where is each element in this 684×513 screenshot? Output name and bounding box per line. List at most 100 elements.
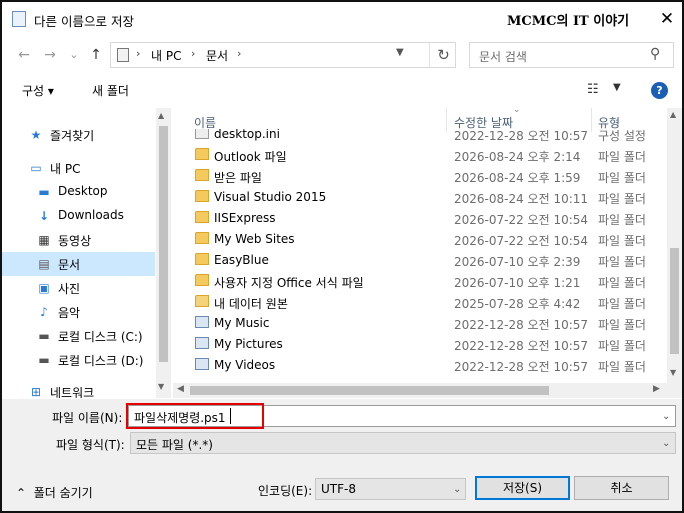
- scrollbar-thumb[interactable]: [670, 248, 679, 354]
- title-bar: 다른 이름으로 저장 MCMC의 IT 이야기 ✕: [2, 2, 682, 36]
- file-row[interactable]: My Pictures 2022-12-28 오전 10:57 파일 폴더: [173, 334, 667, 355]
- file-type: 파일 폴더: [598, 234, 646, 248]
- chevron-down-icon[interactable]: ⌄: [453, 484, 461, 495]
- chevron-down-icon[interactable]: ▼: [613, 82, 621, 93]
- scrollbar-thumb[interactable]: [159, 126, 168, 362]
- sidebar-item-documents[interactable]: ▤ 문서: [2, 252, 155, 276]
- encoding-select[interactable]: UTF-8 ⌄: [315, 478, 466, 500]
- scroll-right-icon[interactable]: ▶: [653, 384, 660, 394]
- scroll-down-icon[interactable]: ▼: [670, 368, 676, 377]
- file-row[interactable]: Visual Studio 2015 2026-08-24 오전 10:11 파…: [173, 187, 667, 208]
- file-name: 사용자 지정 Office 서식 파일: [214, 276, 364, 290]
- file-row[interactable]: My Web Sites 2026-07-22 오전 10:54 파일 폴더: [173, 229, 667, 250]
- file-row[interactable]: My Music 2022-12-28 오전 10:57 파일 폴더: [173, 313, 667, 334]
- dialog-title: 다른 이름으로 저장: [34, 14, 134, 29]
- sidebar-scrollbar[interactable]: ▲ ▼: [156, 108, 171, 398]
- filename-label: 파일 이름(N):: [52, 411, 123, 425]
- chevron-down-icon[interactable]: ▼: [396, 47, 404, 58]
- file-name: My Music: [214, 316, 270, 330]
- file-row[interactable]: 받은 파일 2026-08-24 오후 1:59 파일 폴더: [173, 166, 667, 187]
- document-icon: ▤: [38, 257, 50, 271]
- ini-file-icon: [195, 129, 209, 139]
- filetype-select[interactable]: 모든 파일 (*.*) ⌄: [130, 432, 676, 454]
- breadcrumb-documents[interactable]: 문서: [206, 47, 228, 64]
- file-date: 2022-12-28 오전 10:57: [454, 129, 589, 143]
- sidebar-item-downloads[interactable]: ↓ Downloads: [2, 204, 155, 228]
- sidebar-item-my-pc[interactable]: ▭ 내 PC: [2, 156, 155, 180]
- up-button[interactable]: ↑: [86, 45, 106, 65]
- chevron-down-icon[interactable]: ⌄: [662, 438, 670, 449]
- file-row[interactable]: My Videos 2022-12-28 오전 10:57 파일 폴더: [173, 355, 667, 376]
- hide-folders-label: 폴더 숨기기: [33, 486, 93, 500]
- hide-folders-button[interactable]: ⌃ 폴더 숨기기: [16, 484, 93, 501]
- scroll-down-icon[interactable]: ▼: [158, 382, 164, 391]
- file-row[interactable]: EasyBlue 2026-07-10 오후 2:39 파일 폴더: [173, 250, 667, 271]
- sidebar-item-music[interactable]: ♪ 음악: [2, 300, 155, 324]
- recent-locations-button[interactable]: ⌄: [64, 45, 84, 65]
- breadcrumb-my-pc[interactable]: 내 PC: [151, 47, 181, 64]
- address-bar[interactable]: › 내 PC › 문서 › ▼ ↻: [110, 42, 456, 68]
- file-list-vertical-scrollbar[interactable]: ▲ ▼: [667, 108, 682, 383]
- file-type: 파일 폴더: [598, 360, 646, 374]
- file-type: 파일 폴더: [598, 339, 646, 353]
- folder-icon: [195, 211, 209, 223]
- file-row-desktop-ini[interactable]: desktop.ini 2022-12-28 오전 10:57 구성 설정: [173, 129, 667, 145]
- folder-icon: [195, 274, 209, 286]
- file-name: 내 데이터 원본: [214, 297, 288, 311]
- close-button[interactable]: ✕: [654, 6, 680, 32]
- search-icon[interactable]: ⚲: [650, 46, 660, 62]
- organize-button[interactable]: 구성 ▾: [22, 82, 54, 99]
- search-box[interactable]: 문서 검색 ⚲: [469, 42, 674, 68]
- search-input[interactable]: 문서 검색: [479, 48, 527, 65]
- chevron-up-icon: ⌃: [16, 486, 27, 500]
- save-options-panel: 파일 이름(N): 파일삭제명령.ps1 ⌄ 파일 형식(T): 모든 파일 (…: [2, 399, 682, 511]
- scroll-left-icon[interactable]: ◀: [177, 384, 184, 394]
- sidebar-item-videos[interactable]: ▦ 동영상: [2, 228, 155, 252]
- new-folder-button[interactable]: 새 폴더: [92, 82, 129, 99]
- refresh-button[interactable]: ↻: [429, 43, 457, 67]
- file-type: 파일 폴더: [598, 276, 646, 290]
- file-list-horizontal-scrollbar[interactable]: ◀ ▶: [173, 383, 667, 398]
- sidebar-item-pictures[interactable]: ▣ 사진: [2, 276, 155, 300]
- scroll-up-icon[interactable]: ▲: [670, 110, 676, 119]
- video-icon: [195, 358, 209, 370]
- download-icon: ↓: [38, 209, 50, 223]
- chevron-down-icon[interactable]: ⌄: [662, 411, 670, 422]
- back-button[interactable]: ←: [14, 45, 34, 65]
- drive-icon: ▬: [38, 353, 50, 367]
- save-button[interactable]: 저장(S): [475, 476, 570, 500]
- sidebar-item-favorites[interactable]: ★ 즐겨찾기: [2, 123, 155, 147]
- file-type: 파일 폴더: [598, 171, 646, 185]
- scrollbar-thumb[interactable]: [190, 386, 549, 395]
- file-type: 파일 폴더: [598, 255, 646, 269]
- file-row[interactable]: IISExpress 2026-07-22 오전 10:54 파일 폴더: [173, 208, 667, 229]
- help-icon[interactable]: ?: [651, 82, 668, 99]
- scroll-up-icon[interactable]: ▲: [158, 111, 164, 120]
- picture-icon: [195, 337, 209, 349]
- forward-button[interactable]: →: [40, 45, 60, 65]
- file-row[interactable]: 내 데이터 원본 2025-07-28 오후 4:42 파일 폴더: [173, 292, 667, 313]
- file-rows: desktop.ini 2022-12-28 오전 10:57 구성 설정 Ou…: [173, 129, 667, 383]
- picture-icon: ▣: [38, 281, 50, 295]
- file-date: 2022-12-28 오전 10:57: [454, 318, 589, 332]
- file-date: 2026-07-10 오후 2:39: [454, 255, 581, 269]
- file-row[interactable]: Outlook 파일 2026-08-24 오후 2:14 파일 폴더: [173, 145, 667, 166]
- sidebar-item-local-disk-d[interactable]: ▬ 로컬 디스크 (D:): [2, 348, 155, 372]
- file-type: 파일 폴더: [598, 318, 646, 332]
- sidebar-item-desktop[interactable]: ▬ Desktop: [2, 180, 155, 204]
- view-options-icon[interactable]: ☷: [587, 82, 599, 97]
- sidebar-item-network[interactable]: ⊞ 네트워크: [2, 380, 155, 398]
- star-icon: ★: [30, 128, 42, 142]
- computer-icon: ▭: [30, 161, 42, 175]
- sidebar-item-label: 내 PC: [50, 162, 81, 176]
- document-icon: [117, 48, 129, 62]
- sidebar-item-local-disk-c[interactable]: ▬ 로컬 디스크 (C:): [2, 324, 155, 348]
- file-name: EasyBlue: [214, 253, 269, 267]
- file-list: 이름 ⌄ 수정한 날짜 유형 desktop.ini 2022-12-28 오전…: [173, 105, 682, 398]
- file-name: desktop.ini: [214, 129, 280, 141]
- drive-icon: ▬: [38, 329, 50, 343]
- folder-icon: [195, 253, 209, 265]
- cancel-button[interactable]: 취소: [574, 476, 669, 500]
- file-row[interactable]: 사용자 지정 Office 서식 파일 2026-07-10 오후 1:21 파…: [173, 271, 667, 292]
- file-name: My Web Sites: [214, 232, 295, 246]
